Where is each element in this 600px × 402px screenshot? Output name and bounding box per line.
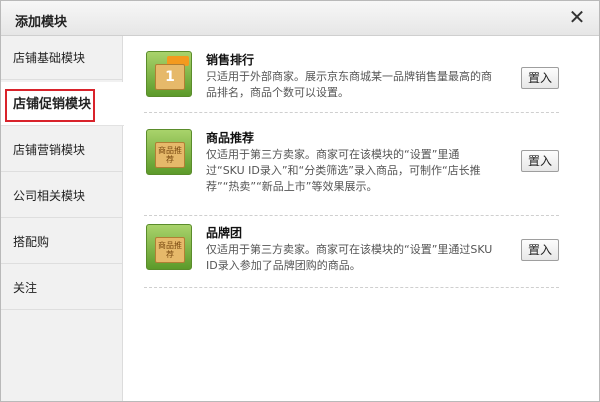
module-item-sales-rank: 1 销售排行 只适用于外部商家。展示京东商城某一品牌销售量最高的商品排名，商品个… bbox=[144, 51, 559, 113]
close-icon[interactable]: ✕ bbox=[567, 7, 587, 27]
module-item-product-recommend: 商品推荐 商品推荐 仅适用于第三方卖家。商家可在该模块的“设置”里通过“SKU … bbox=[144, 129, 559, 216]
module-title: 品牌团 bbox=[206, 226, 243, 240]
sidebar-item-store-basic[interactable]: 店铺基础模块 bbox=[1, 36, 122, 80]
brand-group-thumb-icon: 商品推荐 bbox=[146, 224, 192, 270]
product-recommend-thumb-icon: 商品推荐 bbox=[146, 129, 192, 175]
module-category-sidebar: 店铺基础模块 店铺促销模块 店铺营销模块 公司相关模块 搭配购 关注 bbox=[1, 36, 124, 401]
sidebar-item-label: 店铺基础模块 bbox=[13, 51, 86, 65]
module-list: 1 销售排行 只适用于外部商家。展示京东商城某一品牌销售量最高的商品排名，商品个… bbox=[124, 36, 599, 401]
module-description: 仅适用于第三方卖家。商家可在该模块的“设置”里通过SKU ID录入参加了品牌团购… bbox=[206, 243, 493, 272]
module-description: 仅适用于第三方卖家。商家可在该模块的“设置”里通过“SKU ID录入”和“分类筛… bbox=[206, 148, 481, 193]
module-description: 只适用于外部商家。展示京东商城某一品牌销售量最高的商品排名，商品个数可以设置。 bbox=[206, 70, 492, 99]
sidebar-item-store-marketing[interactable]: 店铺营销模块 bbox=[1, 128, 122, 172]
module-item-brand-group: 商品推荐 品牌团 仅适用于第三方卖家。商家可在该模块的“设置”里通过SKU ID… bbox=[144, 224, 559, 288]
sales-rank-thumb-icon: 1 bbox=[146, 51, 192, 97]
dialog-title: 添加模块 bbox=[15, 15, 68, 30]
sidebar-item-label: 店铺营销模块 bbox=[13, 143, 86, 157]
sidebar-item-company[interactable]: 公司相关模块 bbox=[1, 174, 122, 218]
active-item-highlight-box bbox=[5, 89, 95, 122]
sidebar-item-bundle-buy[interactable]: 搭配购 bbox=[1, 220, 122, 264]
add-product-recommend-button[interactable]: 置入 bbox=[521, 150, 559, 172]
module-title: 商品推荐 bbox=[206, 131, 255, 145]
sidebar-item-label: 关注 bbox=[13, 281, 38, 295]
add-module-dialog: 添加模块 ✕ 店铺基础模块 店铺促销模块 店铺营销模块 公司相关模块 搭配购 关… bbox=[0, 0, 600, 402]
add-sales-rank-button[interactable]: 置入 bbox=[521, 67, 559, 89]
sidebar-item-follow[interactable]: 关注 bbox=[1, 266, 122, 310]
add-brand-group-button[interactable]: 置入 bbox=[521, 239, 559, 261]
module-title: 销售排行 bbox=[206, 53, 255, 67]
sidebar-item-label: 搭配购 bbox=[13, 235, 50, 249]
sidebar-item-label: 公司相关模块 bbox=[13, 189, 86, 203]
dialog-titlebar: 添加模块 ✕ bbox=[1, 1, 599, 36]
